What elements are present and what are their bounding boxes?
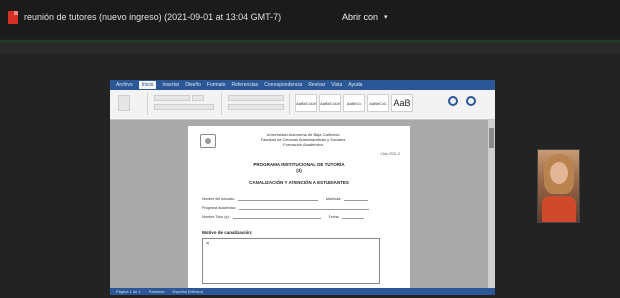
tab-archivo: Archivo (116, 82, 133, 88)
field-label-2: Fecha: (328, 215, 340, 219)
motivo-text-box: a) (202, 238, 380, 284)
program-subtitle: (3) (296, 168, 302, 173)
style-no-spacing: AaBbCcDd (319, 94, 341, 112)
style-heading-1: AaBbCc (343, 94, 365, 112)
program-title: PROGRAMA INSTITUCIONAL DE TUTORÍA (253, 162, 345, 167)
font-family-select (154, 95, 190, 101)
box-mark: a) (206, 241, 210, 245)
document-canvas: Universidad Autónoma de Baja California … (110, 120, 495, 288)
status-words: Palabras (148, 289, 165, 294)
tab-diseno: Diseño (185, 82, 201, 88)
tab-vista: Vista (331, 82, 343, 88)
tab-formato: Formato (206, 82, 226, 88)
search-icon (448, 96, 458, 106)
ribbon-toolbar: AaBbCcDd AaBbCcDd AaBbCc AaBbCcC AaB (110, 90, 495, 120)
field-label: Nombre Tutor (a): (202, 215, 230, 219)
field-line (342, 215, 365, 219)
toolbar-strip (0, 43, 620, 53)
font-group (152, 93, 222, 115)
field-line (232, 215, 321, 219)
university-logo (200, 134, 216, 148)
scrollbar-thumb (489, 128, 494, 148)
font-format-buttons (154, 104, 214, 110)
field-label-2: Matrícula: (325, 197, 342, 201)
list-buttons (228, 95, 284, 101)
form-row-programa: Programa académico: (202, 205, 370, 211)
tab-insertar: Insertar (162, 82, 180, 88)
tab-referencias: Referencias (231, 82, 259, 88)
tab-correspondencia: Correspondencia (264, 82, 303, 88)
replace-icon (466, 96, 476, 106)
open-with-button[interactable]: Abrir con ▾ (336, 9, 394, 25)
file-title: reunión de tutores (nuevo ingreso) (2021… (24, 12, 282, 22)
field-label: Programa académico: (202, 206, 237, 210)
document-page: Universidad Autónoma de Baja California … (188, 126, 410, 288)
participant-shirt (542, 196, 576, 222)
open-with-label: Abrir con (342, 12, 379, 22)
style-heading-2: AaBbCcC (367, 94, 389, 112)
field-label: Nombre del tutorado: (202, 197, 235, 201)
viewer-top-bar: reunión de tutores (nuevo ingreso) (2021… (0, 0, 620, 34)
style-normal: AaBbCcDd (295, 94, 317, 112)
field-line (237, 197, 318, 201)
align-buttons (228, 104, 284, 110)
styles-gallery: AaBbCcDd AaBbCcDd AaBbCc AaBbCcC AaB (295, 94, 413, 112)
video-file-icon (8, 10, 18, 24)
participant-webcam (537, 149, 580, 223)
shared-screen: Archivo Inicio Insertar Diseño Formato R… (110, 80, 495, 295)
paste-icon (118, 95, 130, 111)
status-page: Página 1 de 1 (116, 289, 141, 294)
form-row-tutor: Nombre Tutor (a): Fecha: (202, 214, 365, 220)
clipboard-group (114, 93, 148, 115)
tab-ayuda: Ayuda (348, 82, 363, 88)
participant-face (550, 162, 568, 184)
status-language: Español (México) (172, 289, 204, 294)
field-line (344, 197, 369, 201)
tab-revisar: Revisar (308, 82, 326, 88)
word-status-bar: Página 1 de 1 Palabras Español (México) (110, 288, 495, 295)
document-scrollbar (488, 120, 495, 288)
ribbon-tabs: Archivo Inicio Insertar Diseño Formato R… (110, 80, 495, 90)
form-row-tutorado: Nombre del tutorado: Matrícula: (202, 196, 369, 202)
chevron-down-icon: ▾ (384, 14, 388, 21)
motivo-label: Motivo de canalización: (202, 230, 253, 235)
paragraph-group (226, 93, 290, 115)
font-size-select (192, 95, 204, 101)
section-title: CANALIZACIÓN Y ATENCIÓN A ESTUDIANTES (249, 180, 349, 185)
field-line (239, 206, 370, 210)
style-title: AaB (391, 94, 413, 112)
cycle-note: Ciclo 2021-2 (380, 152, 400, 156)
header-line-3: Formación Académica (283, 142, 323, 147)
tab-inicio: Inicio (138, 81, 157, 89)
